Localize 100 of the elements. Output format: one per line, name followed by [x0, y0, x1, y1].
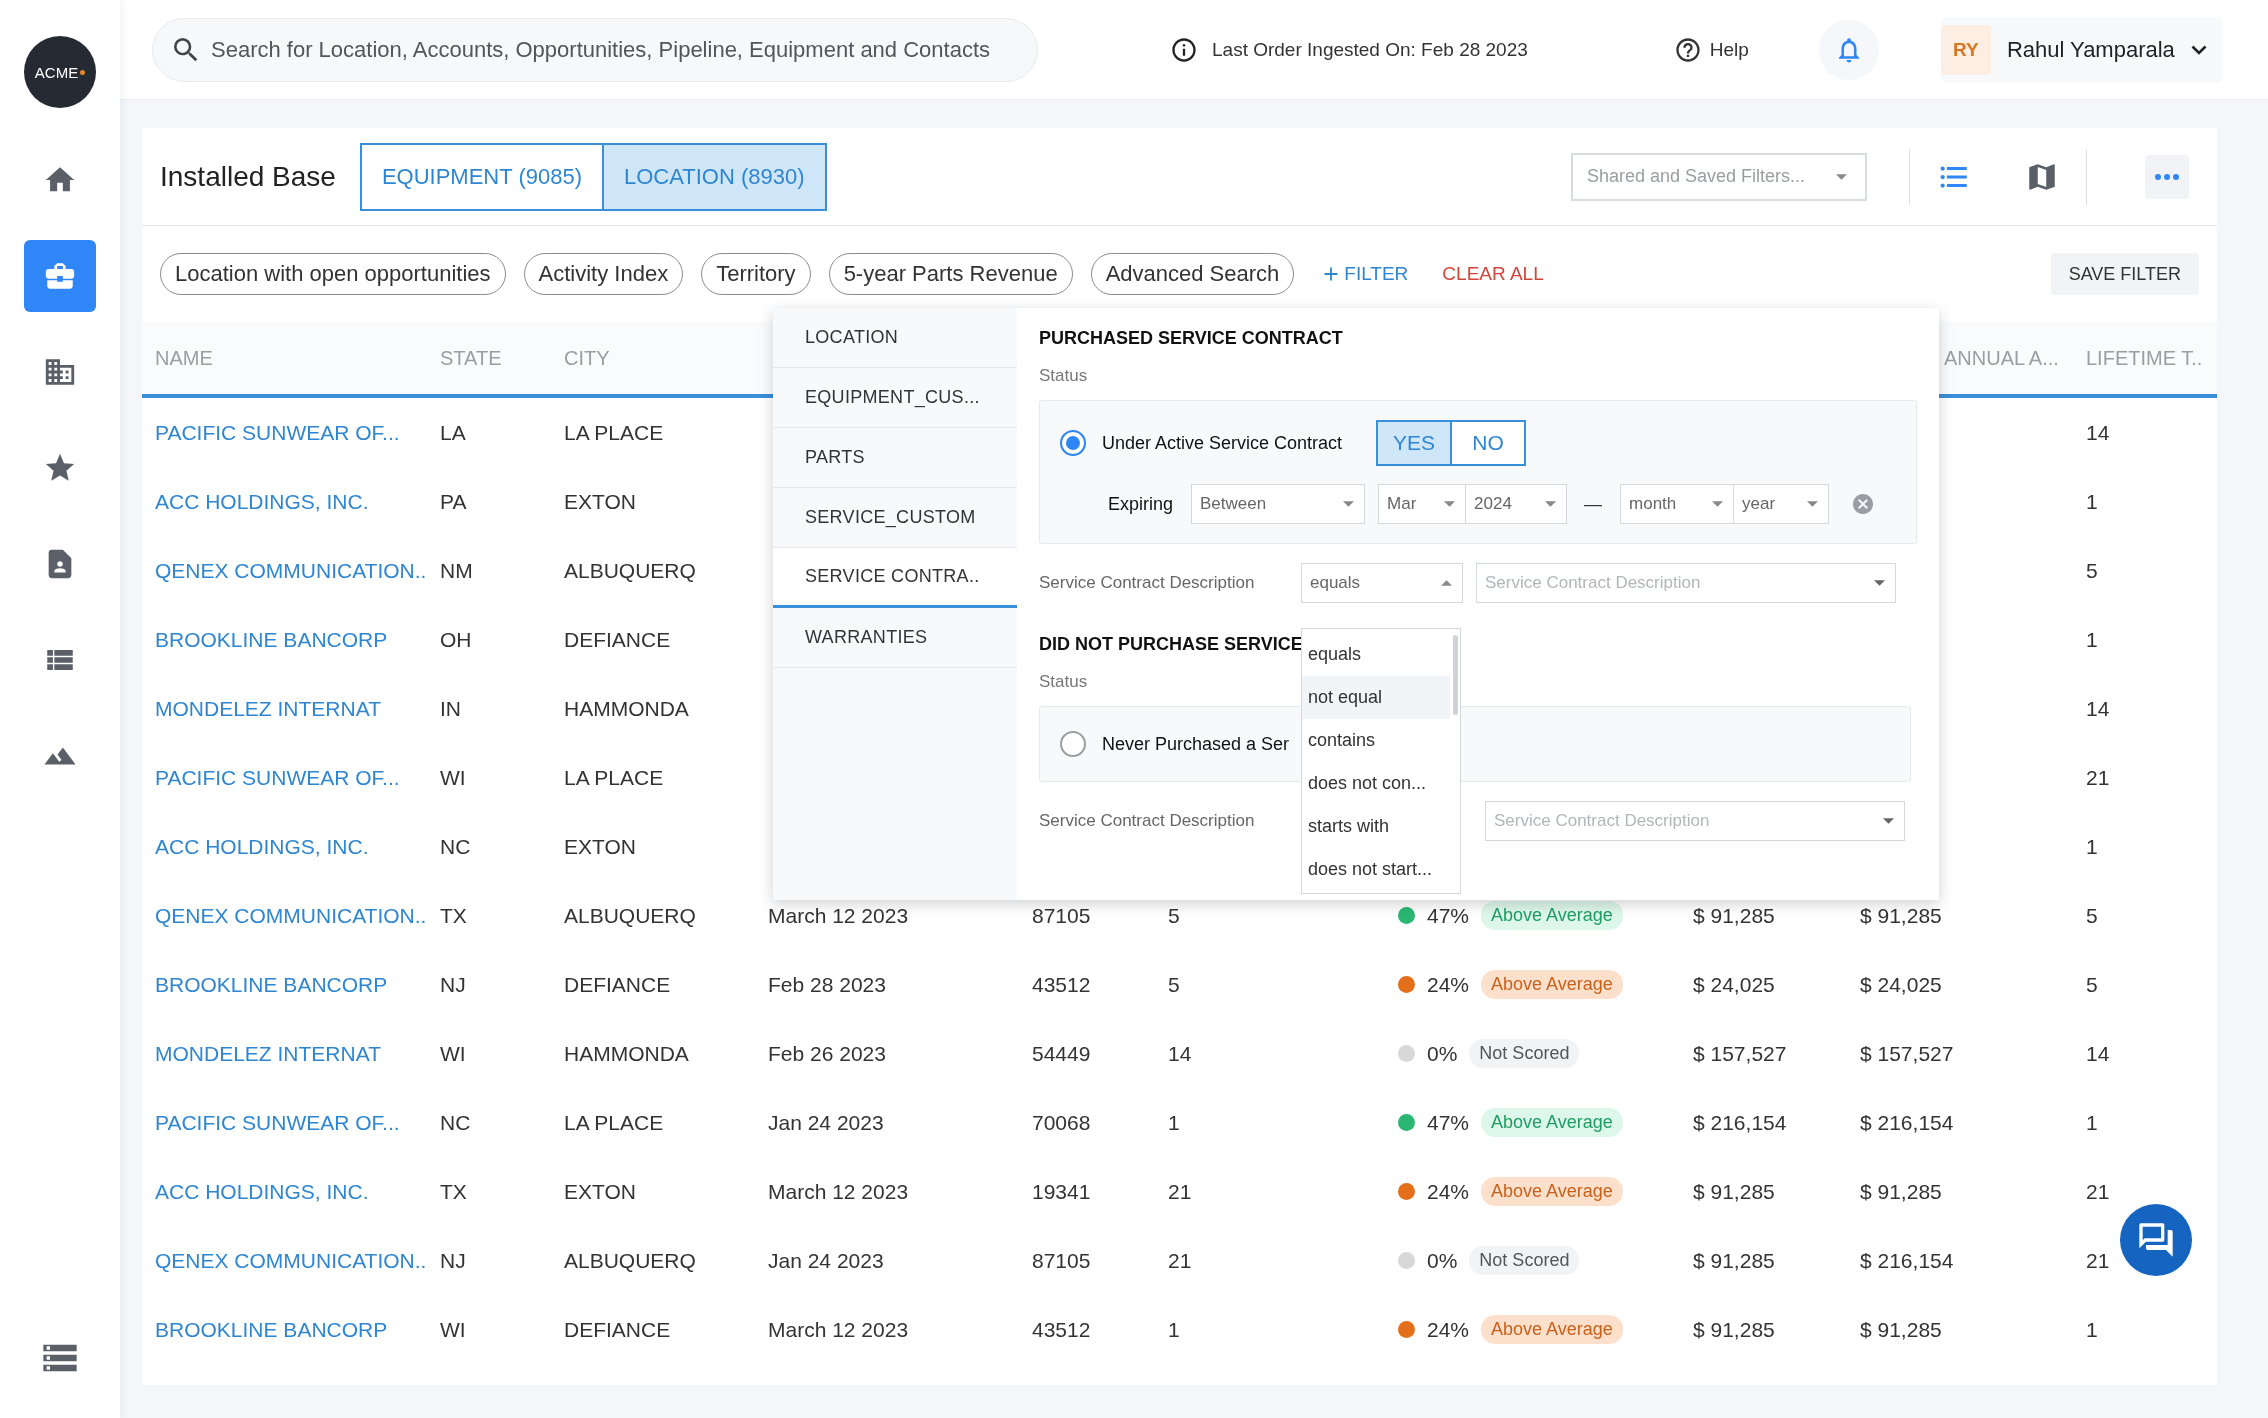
- table-cell-text: $ 91,285: [1693, 1179, 1776, 1204]
- operator-select[interactable]: equals: [1301, 563, 1463, 603]
- save-filter-button[interactable]: SAVE FILTER: [2050, 253, 2199, 295]
- table-cell-text: HAMMONDA: [564, 1041, 690, 1066]
- filter-category[interactable]: SERVICE CONTRA..: [773, 548, 1017, 608]
- table-cell-text: PA: [440, 489, 468, 514]
- table-cell-text: $ 91,285: [1860, 903, 1943, 928]
- year-select[interactable]: 2024: [1465, 484, 1568, 524]
- table-cell-text: ALBUQUERQ: [564, 1248, 697, 1273]
- score-percent: 24%: [1427, 972, 1470, 997]
- table-cell-text: 43512: [1032, 1317, 1092, 1342]
- table-cell-text: 14: [2086, 1041, 2111, 1066]
- table-cell-text: ALBUQUERQ: [564, 903, 697, 928]
- account-link[interactable]: PACIFIC SUNWEAR OF...: [155, 1110, 440, 1135]
- table-cell-text: $ 157,527: [1693, 1041, 1788, 1066]
- table-cell-text: 5: [2086, 903, 2099, 928]
- company-logo[interactable]: ACME: [24, 36, 96, 108]
- radio-button[interactable]: [1060, 731, 1086, 757]
- column-header[interactable]: LIFETIME T..: [2086, 346, 2217, 370]
- option-label: Never Purchased a Ser: [1102, 733, 1290, 755]
- caret-icon: [1444, 501, 1456, 507]
- account-link[interactable]: BROOKLINE BANCORP: [155, 627, 440, 652]
- filter-chip[interactable]: Advanced Search: [1090, 253, 1295, 295]
- user-menu[interactable]: RY Rahul Yamparala: [1940, 16, 2223, 83]
- toggle-option[interactable]: YES: [1376, 420, 1453, 466]
- clear-icon[interactable]: [1851, 492, 1876, 516]
- score-percent: 47%: [1427, 1110, 1470, 1135]
- filter-chip[interactable]: Territory: [701, 253, 811, 295]
- table-cell-text: March 12 2023: [768, 1317, 910, 1342]
- table-cell-text: 21: [1168, 1179, 1193, 1204]
- tab[interactable]: LOCATION (8930): [602, 142, 827, 211]
- table-cell-text: ALBUQUERQ: [564, 558, 697, 583]
- account-link[interactable]: BROOKLINE BANCORP: [155, 972, 440, 997]
- search-field[interactable]: Search for Location, Accounts, Opportunities, Pipeline, Equipment and Contacts: [152, 17, 1038, 82]
- clear-all-button[interactable]: CLEAR ALL: [1434, 263, 1552, 285]
- table-cell-text: DEFIANCE: [564, 1317, 672, 1342]
- table-cell-text: 1: [2086, 1110, 2099, 1135]
- table-cell-text: IN: [440, 696, 462, 721]
- score-badge: Not Scored: [1469, 1039, 1580, 1068]
- table-cell-text: NJ: [440, 1248, 467, 1273]
- account-link[interactable]: BROOKLINE BANCORP: [155, 1317, 440, 1342]
- caret-icon: [1874, 580, 1885, 586]
- help-button[interactable]: Help: [1673, 35, 1749, 64]
- month-select[interactable]: Mar: [1378, 484, 1467, 524]
- table-cell-text: 14: [2086, 420, 2111, 445]
- score-percent: 24%: [1427, 1317, 1470, 1342]
- table-cell-text: 21: [2086, 1248, 2111, 1273]
- table-cell-text: NM: [440, 558, 474, 583]
- menu-item[interactable]: not equal: [1302, 676, 1450, 719]
- add-filter-button[interactable]: FILTER: [1312, 263, 1417, 285]
- table-cell-text: $ 91,285: [1693, 1248, 1776, 1273]
- filter-chip[interactable]: Location with open opportunities: [160, 253, 506, 295]
- radio-button[interactable]: [1060, 430, 1086, 456]
- table-cell-text: Jan 24 2023: [768, 1248, 885, 1273]
- score-badge: Not Scored: [1469, 1246, 1580, 1275]
- range-dash: —: [1584, 493, 1603, 515]
- caret-icon: [1883, 818, 1894, 824]
- year-select[interactable]: year: [1733, 484, 1830, 524]
- table-cell-text: 5: [2086, 558, 2099, 583]
- account-link[interactable]: PACIFIC SUNWEAR OF...: [155, 420, 440, 445]
- table-cell-text: $ 157,527: [1860, 1041, 1955, 1066]
- table-cell-text: $ 216,154: [1860, 1248, 1955, 1273]
- nav-item[interactable]: [24, 240, 96, 312]
- column-header[interactable]: CITY: [564, 346, 768, 370]
- account-link[interactable]: QENEX COMMUNICATION..: [155, 903, 440, 928]
- saved-filters-select[interactable]: Shared and Saved Filters...: [1571, 152, 1867, 201]
- account-link[interactable]: ACC HOLDINGS, INC.: [155, 1179, 440, 1204]
- account-link[interactable]: ACC HOLDINGS, INC.: [155, 489, 440, 514]
- score-badge: Above Average: [1481, 1177, 1623, 1206]
- column-header[interactable]: NAME: [155, 346, 440, 370]
- column-header[interactable]: ANNUAL A...: [1944, 346, 2086, 370]
- account-link[interactable]: MONDELEZ INTERNAT: [155, 696, 440, 721]
- score-percent: 24%: [1427, 1179, 1470, 1204]
- table-cell-text: TX: [440, 1179, 468, 1204]
- toggle-option[interactable]: NO: [1450, 420, 1527, 466]
- table-cell-text: Jan 24 2023: [768, 1110, 885, 1135]
- caret-icon: [1712, 501, 1724, 507]
- caret-icon: [1343, 501, 1355, 507]
- caret-icon: [1441, 580, 1452, 586]
- table-cell-text: 43512: [1032, 972, 1092, 997]
- table-cell-text: NJ: [440, 972, 467, 997]
- table-cell-text: 1: [2086, 1317, 2099, 1342]
- account-link[interactable]: MONDELEZ INTERNAT: [155, 1041, 440, 1066]
- month-select[interactable]: month: [1620, 484, 1735, 524]
- tab[interactable]: EQUIPMENT (9085): [359, 142, 604, 211]
- table-cell-text: $ 216,154: [1693, 1110, 1788, 1135]
- page-title: Installed Base: [160, 160, 336, 193]
- filter-chip[interactable]: Activity Index: [523, 253, 684, 295]
- table-cell-text: 54449: [1032, 1041, 1092, 1066]
- account-link[interactable]: QENEX COMMUNICATION..: [155, 1248, 440, 1273]
- column-header[interactable]: STATE: [440, 346, 564, 370]
- table-cell-text: 1: [2086, 489, 2099, 514]
- more-button[interactable]: [2145, 154, 2189, 199]
- range-select[interactable]: Between: [1191, 484, 1366, 524]
- table-cell-text: 1: [2086, 834, 2099, 859]
- help-icon: [1673, 35, 1702, 64]
- account-link[interactable]: ACC HOLDINGS, INC.: [155, 834, 440, 859]
- filter-chip[interactable]: 5-year Parts Revenue: [828, 253, 1073, 295]
- account-link[interactable]: PACIFIC SUNWEAR OF...: [155, 765, 440, 790]
- account-link[interactable]: QENEX COMMUNICATION..: [155, 558, 440, 583]
